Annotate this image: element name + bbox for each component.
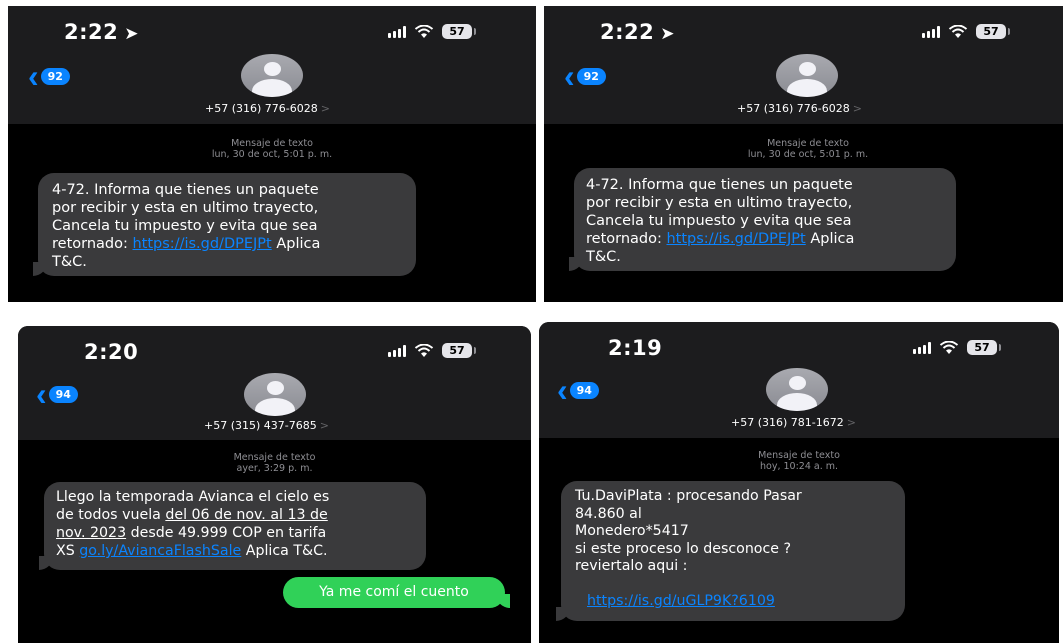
meta-title: Mensaje de texto bbox=[758, 450, 840, 461]
screenshot-2: 2:22 ➤ 57 ‹ 92 +57 (316) 776-6028 > Mensaj… bbox=[544, 6, 1063, 302]
unread-count-badge: 94 bbox=[569, 381, 599, 399]
conversation-header: 2:20 57 ‹ 94 +57 (315) 437-7685 > bbox=[18, 326, 531, 440]
location-arrow-icon: ➤ bbox=[660, 24, 675, 44]
status-time: 2:22 ➤ bbox=[600, 20, 675, 44]
contact-avatar-icon[interactable] bbox=[766, 368, 828, 411]
wifi-icon bbox=[414, 24, 434, 38]
signal-icon bbox=[388, 25, 406, 38]
back-chevron-icon: ‹ bbox=[557, 372, 568, 408]
wifi-icon bbox=[414, 343, 434, 357]
battery-icon: 57 bbox=[442, 343, 476, 358]
conversation-header: 2:22 ➤ 57 ‹ 92 +57 (316) 776-6028 > bbox=[8, 6, 536, 124]
received-message-bubble: 4-72. Informa que tienes un paquete por … bbox=[569, 168, 956, 271]
sent-message-bubble: Ya me comí el cuento bbox=[283, 577, 510, 608]
conversation-header: 2:22 ➤ 57 ‹ 92 +57 (316) 776-6028 > bbox=[544, 6, 1063, 124]
signal-icon bbox=[388, 344, 406, 357]
unread-count-badge: 94 bbox=[48, 385, 78, 403]
contact-number[interactable]: +57 (316) 781-1672 > bbox=[731, 416, 856, 429]
back-chevron-icon: ‹ bbox=[28, 58, 39, 94]
status-icons: 57 bbox=[388, 24, 476, 39]
back-button[interactable]: ‹ 92 bbox=[564, 58, 606, 94]
screenshot-4: 2:19 57 ‹ 94 +57 (316) 781-1672 > Mensaje… bbox=[539, 322, 1059, 643]
message-meta: Mensaje de texto hoy, 10:24 a. m. bbox=[539, 450, 1059, 472]
battery-icon: 57 bbox=[967, 340, 1001, 355]
contact-number[interactable]: +57 (316) 776-6028 > bbox=[205, 102, 330, 115]
screenshot-1: 2:22 ➤ 57 ‹ 92 +57 (316) 776-6028 > Mensaj… bbox=[8, 6, 536, 302]
message-link[interactable]: https://is.gd/uGLP9K?6109 bbox=[587, 593, 775, 609]
contact-number[interactable]: +57 (315) 437-7685 > bbox=[204, 419, 329, 432]
meta-title: Mensaje de texto bbox=[767, 138, 849, 149]
unread-count-badge: 92 bbox=[576, 67, 606, 85]
message-link[interactable]: https://is.gd/DPEJPt bbox=[666, 231, 805, 247]
wifi-icon bbox=[948, 24, 968, 38]
status-time: 2:20 bbox=[84, 340, 139, 364]
message-text: 4-72. Informa que tienes un paquete por … bbox=[52, 182, 321, 270]
status-time: 2:19 bbox=[608, 336, 663, 360]
signal-icon bbox=[922, 25, 940, 38]
status-icons: 57 bbox=[922, 24, 1010, 39]
battery-icon: 57 bbox=[976, 24, 1010, 39]
meta-title: Mensaje de texto bbox=[231, 138, 313, 149]
message-text: 4-72. Informa que tienes un paquete por … bbox=[586, 177, 855, 265]
contact-avatar-icon[interactable] bbox=[244, 373, 306, 416]
back-button[interactable]: ‹ 94 bbox=[36, 376, 78, 412]
back-button[interactable]: ‹ 92 bbox=[28, 58, 70, 94]
unread-count-badge: 92 bbox=[40, 67, 70, 85]
status-icons: 57 bbox=[913, 340, 1001, 355]
meta-timestamp: lun, 30 de oct, 5:01 p. m. bbox=[211, 149, 333, 160]
message-meta: Mensaje de texto ayer, 3:29 p. m. bbox=[18, 452, 531, 474]
received-message-bubble: Tu.DaviPlata : procesando Pasar 84.860 a… bbox=[556, 481, 905, 621]
reply-text: Ya me comí el cuento bbox=[319, 584, 469, 600]
message-meta: Mensaje de texto lun, 30 de oct, 5:01 p.… bbox=[8, 138, 536, 160]
meta-timestamp: lun, 30 de oct, 5:01 p. m. bbox=[747, 149, 869, 160]
message-text: Llego la temporada Avianca el cielo es d… bbox=[56, 489, 330, 559]
message-meta: Mensaje de texto lun, 30 de oct, 5:01 p.… bbox=[544, 138, 1063, 160]
contact-number[interactable]: +57 (316) 776-6028 > bbox=[737, 102, 862, 115]
back-chevron-icon: ‹ bbox=[564, 58, 575, 94]
status-icons: 57 bbox=[388, 343, 476, 358]
contact-avatar-icon[interactable] bbox=[241, 54, 303, 97]
battery-icon: 57 bbox=[442, 24, 476, 39]
contact-avatar-icon[interactable] bbox=[776, 54, 838, 97]
signal-icon bbox=[913, 341, 931, 354]
status-time: 2:22 ➤ bbox=[64, 20, 139, 44]
location-arrow-icon: ➤ bbox=[124, 24, 139, 44]
received-message-bubble: Llego la temporada Avianca el cielo es d… bbox=[39, 482, 426, 570]
received-message-bubble: 4-72. Informa que tienes un paquete por … bbox=[33, 173, 416, 276]
meta-timestamp: ayer, 3:29 p. m. bbox=[236, 463, 313, 474]
message-link[interactable]: https://is.gd/DPEJPt bbox=[132, 236, 271, 252]
wifi-icon bbox=[939, 340, 959, 354]
message-link[interactable]: go.ly/AviancaFlashSale bbox=[79, 543, 241, 559]
meta-timestamp: hoy, 10:24 a. m. bbox=[759, 461, 839, 472]
conversation-header: 2:19 57 ‹ 94 +57 (316) 781-1672 > bbox=[539, 322, 1059, 438]
back-button[interactable]: ‹ 94 bbox=[557, 372, 599, 408]
screenshot-3: 2:20 57 ‹ 94 +57 (315) 437-7685 > Mensaje… bbox=[18, 326, 531, 643]
message-text: Tu.DaviPlata : procesando Pasar 84.860 a… bbox=[575, 488, 802, 609]
meta-title: Mensaje de texto bbox=[233, 452, 316, 463]
back-chevron-icon: ‹ bbox=[36, 376, 47, 412]
